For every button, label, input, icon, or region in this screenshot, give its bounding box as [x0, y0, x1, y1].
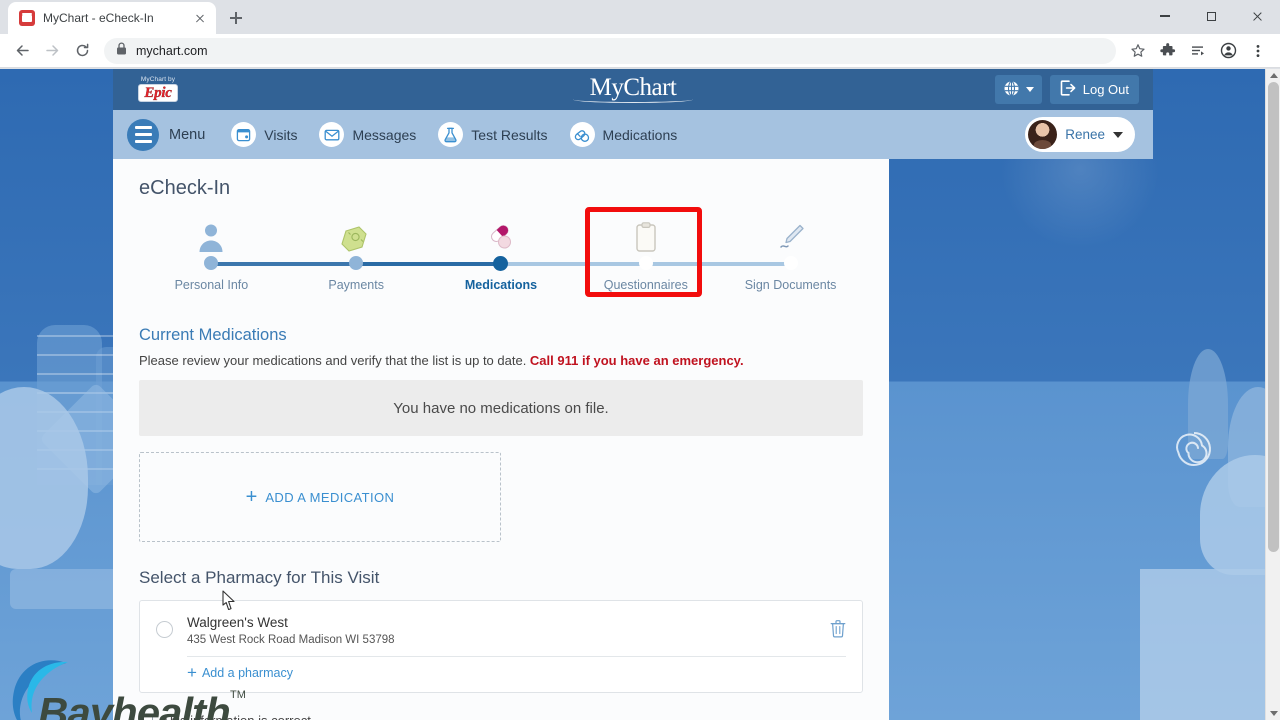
- bayhealth-tm: TM: [230, 689, 246, 701]
- globe-icon: [1003, 80, 1020, 100]
- step-label-payments: Payments: [328, 278, 384, 292]
- step-label-questionnaires: Questionnaires: [603, 278, 688, 292]
- reload-icon[interactable]: [68, 37, 96, 65]
- trash-icon[interactable]: [830, 619, 846, 639]
- back-arrow-icon[interactable]: [8, 37, 36, 65]
- pharmacy-section-title: Select a Pharmacy for This Visit: [139, 568, 380, 587]
- star-icon[interactable]: [1124, 37, 1152, 65]
- nav-label-visits: Visits: [264, 126, 298, 143]
- step-questionnaires[interactable]: Questionnaires: [501, 210, 791, 292]
- bayhealth-watermark: Bayhealth TM: [8, 649, 258, 720]
- nav-label-messages: Messages: [352, 126, 417, 143]
- review-instruction: Please review your medications and verif…: [139, 353, 530, 368]
- scrollbar-thumb[interactable]: [1268, 82, 1279, 552]
- spiral-decoration: [1176, 432, 1211, 466]
- mychart-navbar: Menu Visits Messages Test Results Medica…: [113, 110, 1153, 159]
- calendar-icon: [231, 122, 257, 147]
- bayhealth-brand: Bayhealth: [38, 689, 231, 720]
- echeckin-content: eCheck-In Personal Info Payments Medicat…: [113, 159, 889, 720]
- pen-signature-icon: [776, 210, 806, 252]
- browser-toolbar: mychart.com: [0, 34, 1280, 68]
- three-dot-menu-icon[interactable]: [1244, 37, 1272, 65]
- money-icon: [341, 210, 371, 252]
- menu-button[interactable]: Menu: [127, 118, 206, 151]
- logout-icon: [1060, 80, 1077, 99]
- page-scrollbar[interactable]: [1265, 69, 1280, 720]
- envelope-icon: [319, 122, 345, 147]
- pharmacy-name: Walgreen's West: [187, 615, 288, 630]
- forward-arrow-icon[interactable]: [38, 37, 66, 65]
- add-pharmacy-button[interactable]: + Add a pharmacy: [187, 664, 846, 681]
- flask-icon: [438, 122, 464, 147]
- browser-window: MyChart - eCheck-In mychart.com MyChart …: [0, 0, 1280, 720]
- add-medication-button[interactable]: + ADD A MEDICATION: [139, 452, 501, 542]
- pharmacy-radio[interactable]: [156, 621, 173, 638]
- tab-title: MyChart - eCheck-In: [43, 11, 154, 25]
- maximize-button[interactable]: [1188, 0, 1234, 32]
- scroll-up-arrow[interactable]: [1266, 69, 1280, 82]
- page-title: eCheck-In: [139, 177, 231, 199]
- current-medications-title: Current Medications: [139, 326, 287, 344]
- tab-strip: MyChart - eCheck-In: [0, 0, 1280, 34]
- nav-item-visits[interactable]: Visits: [231, 122, 297, 147]
- avatar: [1028, 120, 1058, 149]
- nav-item-medications[interactable]: Medications: [569, 122, 678, 147]
- no-medications-message: You have no medications on file.: [139, 380, 863, 436]
- plus-icon: +: [245, 486, 258, 508]
- url-text: mychart.com: [136, 43, 208, 58]
- logout-label: Log Out: [1082, 82, 1129, 97]
- new-tab-button[interactable]: [222, 4, 250, 32]
- profile-icon[interactable]: [1214, 37, 1242, 65]
- hamburger-icon: [127, 118, 159, 151]
- toolbar-right-icons: [1124, 37, 1272, 65]
- mychart-favicon: [19, 10, 35, 26]
- step-label-sign-documents: Sign Documents: [744, 278, 837, 292]
- step-sign-documents[interactable]: Sign Documents: [645, 210, 863, 292]
- header-actions: Log Out: [994, 75, 1139, 104]
- minimize-button[interactable]: [1142, 0, 1188, 32]
- pills-icon: [486, 210, 516, 252]
- page-viewport: MyChart by Epic MyChart Log Out Menu Vis…: [0, 69, 1280, 720]
- scroll-down-arrow[interactable]: [1266, 707, 1280, 720]
- nav-label-test-results: Test Results: [471, 126, 548, 143]
- step-label-medications: Medications: [464, 278, 538, 292]
- nav-item-test-results[interactable]: Test Results: [438, 122, 548, 147]
- logout-button[interactable]: Log Out: [1049, 75, 1139, 104]
- nav-item-messages[interactable]: Messages: [319, 122, 416, 147]
- step-medications[interactable]: Medications: [356, 210, 646, 292]
- window-controls: [1142, 0, 1280, 32]
- user-menu[interactable]: Renee: [1025, 117, 1135, 152]
- step-label-personal-info: Personal Info: [174, 278, 249, 292]
- address-bar[interactable]: mychart.com: [104, 37, 1116, 64]
- pharmacy-address: 435 West Rock Road Madison WI 53798: [187, 634, 395, 646]
- pharmacy-divider: [187, 656, 846, 657]
- nav-label-medications: Medications: [602, 126, 678, 143]
- pharmacy-list-item[interactable]: Walgreen's West 435 West Rock Road Madis…: [156, 615, 846, 646]
- pills-icon: [569, 122, 595, 147]
- chevron-down-icon: [1025, 87, 1034, 92]
- tab-close-icon[interactable]: [192, 10, 208, 26]
- medications-review-text: Please review your medications and verif…: [139, 353, 863, 368]
- mouse-cursor: [222, 590, 235, 610]
- add-medication-label: ADD A MEDICATION: [265, 489, 395, 505]
- step-payments[interactable]: Payments: [284, 210, 501, 292]
- emergency-notice: Call 911 if you have an emergency.: [529, 353, 744, 368]
- person-icon: [197, 210, 225, 252]
- echeckin-stepper: Personal Info Payments Medications Quest…: [139, 207, 863, 318]
- puzzle-icon[interactable]: [1154, 37, 1182, 65]
- menu-label: Menu: [169, 126, 206, 143]
- clipboard-icon: [634, 210, 658, 252]
- lock-icon: [116, 41, 127, 60]
- window-close-button[interactable]: [1234, 0, 1280, 32]
- language-button[interactable]: [994, 75, 1042, 104]
- user-name: Renee: [1065, 127, 1105, 142]
- chevron-down-icon: [1113, 131, 1123, 138]
- reading-list-icon[interactable]: [1184, 37, 1212, 65]
- browser-tab[interactable]: MyChart - eCheck-In: [8, 2, 216, 34]
- step-personal-info[interactable]: Personal Info: [139, 210, 357, 292]
- mychart-header: MyChart by Epic MyChart Log Out: [113, 69, 1153, 110]
